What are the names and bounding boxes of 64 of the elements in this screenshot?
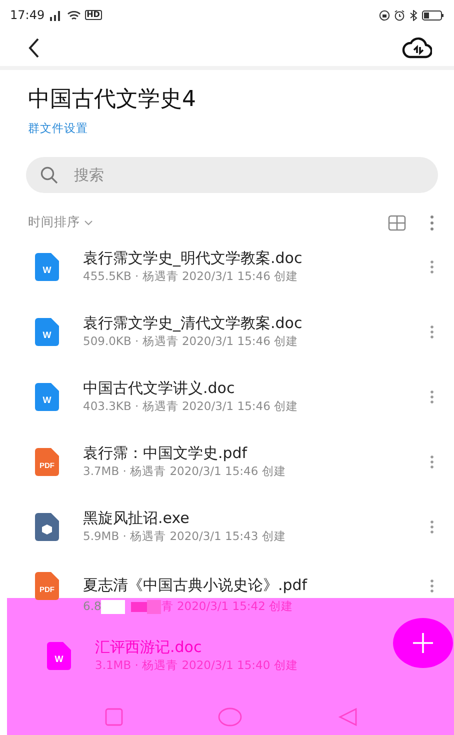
settings-link[interactable]: 群文件设置 — [28, 120, 88, 137]
file-meta: 青 2020/3/1 15:42 创建 — [161, 598, 294, 615]
group-title: 中国古代文学史4 — [28, 86, 197, 114]
glitch-artifact-icon — [101, 600, 162, 614]
more-icon — [430, 390, 434, 404]
file-name: 夏志清《中国古典小说史论》.pdf — [83, 576, 308, 596]
back-icon — [28, 38, 40, 58]
more-button[interactable] — [430, 214, 434, 231]
file-name: 袁行霈文学史_清代文学教案.doc — [83, 314, 302, 334]
battery-icon — [422, 10, 444, 20]
square-nav-button[interactable] — [104, 706, 124, 727]
file-meta: 5.9MB · 杨遇青 2020/3/1 15:43 创建 — [83, 528, 286, 546]
plus-icon — [412, 632, 434, 654]
more-button[interactable] — [430, 260, 434, 274]
more-icon — [430, 214, 434, 231]
doc-file-icon: W — [35, 383, 59, 412]
home-nav-icon — [218, 706, 242, 727]
cloud-arrows-icon — [402, 37, 432, 59]
file-row[interactable]: W 中国古代文学讲义.doc 403.3KB · 杨遇青 2020/3/1 15:46 创建 — [0, 364, 454, 430]
search-icon — [40, 166, 58, 184]
file-name: 汇评西游记.doc — [95, 638, 203, 658]
file-meta: 3.7MB · 杨遇青 2020/3/1 15:46 创建 — [83, 463, 286, 480]
doc-file-icon: W — [47, 642, 71, 670]
file-row[interactable]: 黑旋风扯诏.exe 5.9MB · 杨遇青 2020/3/1 15:43 创建 — [0, 494, 454, 560]
file-name: 袁行霈：中国文学史.pdf — [83, 444, 248, 464]
grid-icon — [388, 214, 406, 231]
file-row[interactable]: W 袁行霈文学史_明代文学教案.doc 455.5KB · 杨遇青 2020/3/1 15:46 创建 — [0, 234, 454, 300]
cloud-transfer-button[interactable] — [402, 37, 432, 59]
status-time: 17:49 — [10, 7, 45, 24]
more-icon — [430, 578, 434, 593]
file-name: 中国古代文学讲义.doc — [83, 378, 236, 398]
back-button[interactable] — [28, 38, 40, 58]
more-button[interactable] — [430, 578, 434, 593]
more-icon — [430, 260, 434, 274]
file-meta: 6.8 — [83, 598, 102, 615]
wifi-icon — [66, 10, 81, 20]
bluetooth-icon — [409, 10, 418, 20]
square-nav-icon — [104, 706, 124, 727]
network-badge: HD — [84, 10, 102, 20]
back-nav-icon — [336, 706, 357, 727]
file-row[interactable]: W 袁行霈文学史_清代文学教案.doc 509.0KB · 杨遇青 2020/3/1 15:46 创建 — [0, 300, 454, 365]
more-button[interactable] — [430, 520, 434, 534]
file-meta: 3.1MB · 杨遇青 2020/3/1 15:40 创建 — [95, 657, 298, 674]
more-icon — [430, 520, 434, 534]
file-meta: 509.0KB · 杨遇青 2020/3/1 15:46 创建 — [83, 333, 300, 350]
more-icon — [430, 325, 434, 340]
search-field[interactable]: 搜索 — [26, 156, 438, 193]
file-name: 黑旋风扯诏.exe — [83, 508, 190, 528]
file-meta: 403.3KB · 杨遇青 2020/3/1 15:46 创建 — [83, 398, 298, 416]
more-button[interactable] — [430, 455, 434, 470]
back-nav-button[interactable] — [336, 706, 357, 727]
doc-file-icon: W — [35, 318, 59, 346]
home-nav-button[interactable] — [218, 706, 242, 727]
file-meta: 455.5KB · 杨遇青 2020/3/1 15:46 创建 — [83, 268, 300, 286]
caret-icon — [84, 220, 93, 226]
exe-file-icon — [35, 513, 59, 542]
more-icon — [430, 455, 434, 470]
doc-file-icon: W — [35, 253, 59, 282]
more-button[interactable] — [430, 390, 434, 404]
grid-view-button[interactable] — [388, 214, 406, 231]
file-name: 袁行霈文学史_明代文学教案.doc — [83, 248, 302, 268]
alarm-icon — [394, 10, 405, 20]
more-button[interactable] — [430, 325, 434, 340]
signal-icon — [48, 10, 63, 20]
